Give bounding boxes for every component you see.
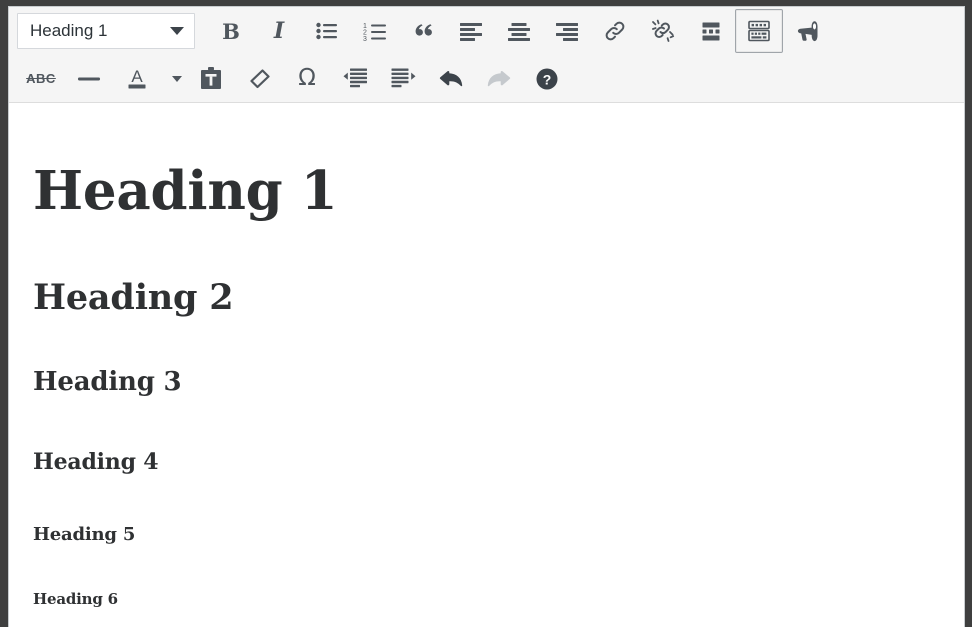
special-character-icon: Ω bbox=[298, 65, 316, 91]
undo-icon bbox=[438, 68, 464, 90]
help-icon: ? bbox=[535, 67, 559, 91]
horizontal-rule-button[interactable] bbox=[65, 57, 113, 101]
outdent-button[interactable] bbox=[331, 57, 379, 101]
align-right-icon bbox=[555, 22, 579, 41]
bulleted-list-icon bbox=[316, 22, 338, 40]
numbered-list-button[interactable]: 1 2 3 bbox=[351, 9, 399, 53]
help-button[interactable]: ? bbox=[523, 57, 571, 101]
align-center-icon bbox=[507, 22, 531, 41]
heading-4[interactable]: Heading 4 bbox=[33, 449, 940, 476]
editor-window: Heading 1 B I 1 2 3 ABC A Ω ? Heading 1 … bbox=[0, 0, 972, 627]
text-color-button[interactable]: A bbox=[113, 57, 161, 101]
text-color-dropdown-icon bbox=[172, 75, 182, 82]
distraction-free-icon bbox=[794, 20, 820, 42]
read-more-button[interactable] bbox=[687, 9, 735, 53]
format-select-value: Heading 1 bbox=[30, 21, 108, 40]
italic-button[interactable]: I bbox=[255, 9, 303, 53]
indent-button[interactable] bbox=[379, 57, 427, 101]
keyboard-shortcuts-button[interactable] bbox=[735, 9, 783, 53]
editor-content-area[interactable]: Heading 1 Heading 2 Heading 3 Heading 4 … bbox=[9, 103, 964, 627]
outdent-icon bbox=[343, 68, 368, 89]
read-more-icon bbox=[699, 22, 723, 41]
svg-text:A: A bbox=[131, 67, 143, 86]
blockquote-icon bbox=[412, 22, 434, 40]
chevron-down-icon bbox=[170, 27, 184, 35]
bulleted-list-button[interactable] bbox=[303, 9, 351, 53]
heading-3[interactable]: Heading 3 bbox=[33, 367, 940, 399]
link-icon bbox=[603, 19, 627, 43]
horizontal-rule-icon bbox=[77, 75, 101, 83]
clear-formatting-button[interactable] bbox=[235, 57, 283, 101]
bold-button[interactable]: B bbox=[207, 9, 255, 53]
align-right-button[interactable] bbox=[543, 9, 591, 53]
align-center-button[interactable] bbox=[495, 9, 543, 53]
heading-1[interactable]: Heading 1 bbox=[33, 160, 940, 222]
toolbar-row-1: Heading 1 B I 1 2 3 bbox=[9, 7, 964, 55]
text-color-icon: A bbox=[124, 67, 150, 91]
keyboard-shortcuts-icon bbox=[746, 20, 772, 42]
bold-icon: B bbox=[222, 18, 240, 44]
paste-as-text-button[interactable] bbox=[187, 57, 235, 101]
heading-2[interactable]: Heading 2 bbox=[33, 277, 940, 319]
redo-icon bbox=[486, 68, 512, 90]
format-select[interactable]: Heading 1 bbox=[17, 13, 195, 49]
svg-text:3: 3 bbox=[363, 36, 367, 41]
link-button[interactable] bbox=[591, 9, 639, 53]
heading-5[interactable]: Heading 5 bbox=[33, 524, 940, 546]
redo-button[interactable] bbox=[475, 57, 523, 101]
editor-frame: Heading 1 B I 1 2 3 ABC A Ω ? Heading 1 … bbox=[8, 6, 965, 627]
heading-6[interactable]: Heading 6 bbox=[33, 590, 940, 608]
special-character-button[interactable]: Ω bbox=[283, 57, 331, 101]
clear-formatting-icon bbox=[247, 68, 271, 90]
undo-button[interactable] bbox=[427, 57, 475, 101]
strikethrough-button[interactable]: ABC bbox=[17, 57, 65, 101]
unlink-button[interactable] bbox=[639, 9, 687, 53]
toolbar-row-2: ABC A Ω ? bbox=[9, 55, 964, 102]
align-left-icon bbox=[459, 22, 483, 41]
distraction-free-button[interactable] bbox=[783, 9, 831, 53]
numbered-list-icon: 1 2 3 bbox=[363, 22, 387, 41]
paste-as-text-icon bbox=[200, 67, 222, 90]
align-left-button[interactable] bbox=[447, 9, 495, 53]
svg-text:?: ? bbox=[543, 71, 552, 87]
text-color-dropdown-button[interactable] bbox=[161, 57, 187, 101]
indent-icon bbox=[391, 68, 416, 89]
editor-toolbar: Heading 1 B I 1 2 3 ABC A Ω ? bbox=[9, 7, 964, 103]
strikethrough-icon: ABC bbox=[26, 71, 56, 86]
unlink-icon bbox=[651, 19, 675, 43]
blockquote-button[interactable] bbox=[399, 9, 447, 53]
italic-icon: I bbox=[273, 18, 285, 44]
